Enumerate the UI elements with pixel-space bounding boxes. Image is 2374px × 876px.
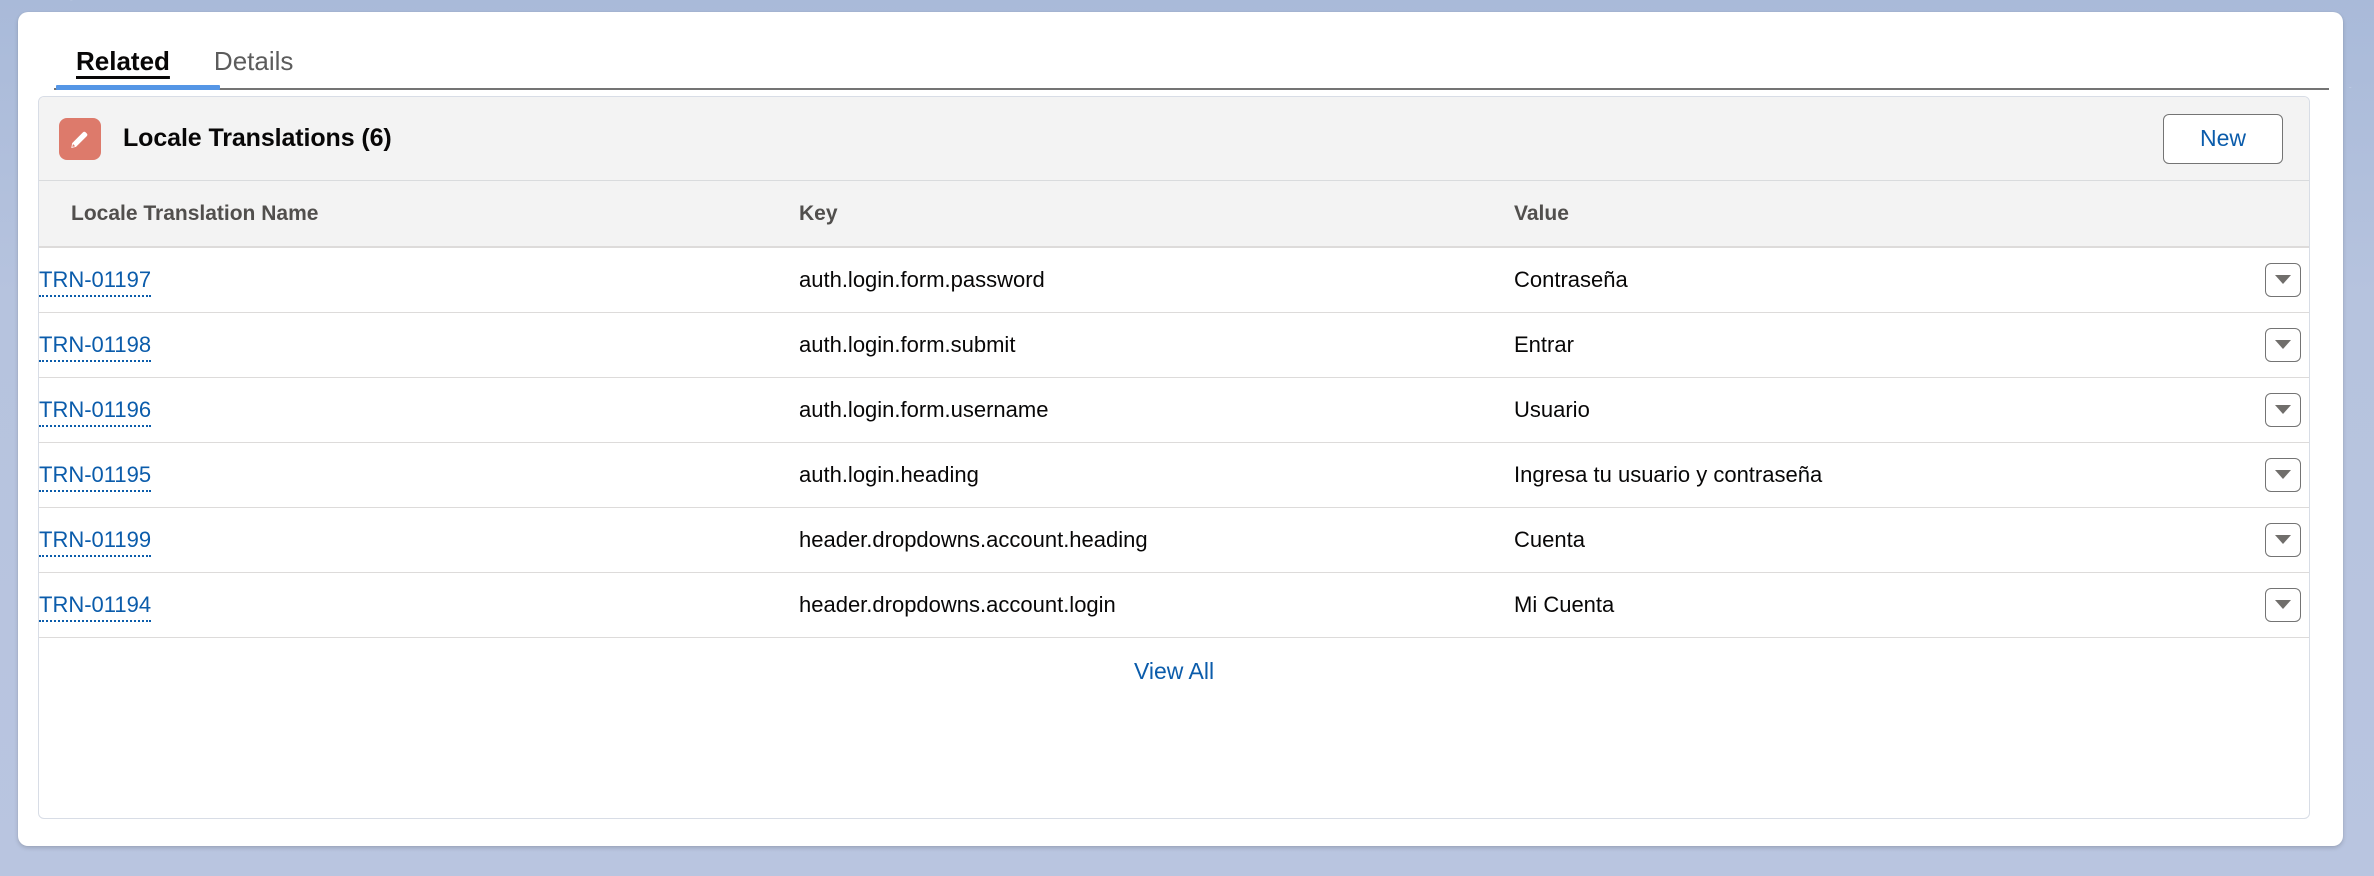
- cell-actions: [2214, 312, 2309, 378]
- record-detail-card: Related Details Locale Translations (6) …: [18, 12, 2343, 846]
- row-actions-menu-button[interactable]: [2265, 392, 2301, 427]
- cell-key: header.dropdowns.account.login: [799, 572, 1514, 638]
- related-list-footer: View All: [39, 637, 2309, 706]
- cell-value: Cuenta: [1514, 507, 2214, 573]
- row-actions-menu-button[interactable]: [2265, 522, 2301, 557]
- cell-actions: [2214, 507, 2309, 573]
- cell-locale-translation-name: TRN-01194: [39, 572, 799, 638]
- cell-key: header.dropdowns.account.heading: [799, 507, 1514, 573]
- cell-value: Contraseña: [1514, 247, 2214, 313]
- table-row: TRN-01194 header.dropdowns.account.login…: [39, 572, 2309, 638]
- related-list-card: Locale Translations (6) New Locale Trans…: [38, 96, 2310, 819]
- row-actions-menu-button[interactable]: [2265, 587, 2301, 622]
- table-row: TRN-01199 header.dropdowns.account.headi…: [39, 507, 2309, 573]
- view-all-link[interactable]: View All: [1134, 658, 1214, 685]
- record-link[interactable]: TRN-01198: [39, 331, 152, 362]
- cell-locale-translation-name: TRN-01195: [39, 442, 799, 508]
- table-header-row: Locale Translation Name Key Value: [39, 181, 2309, 248]
- column-header-value[interactable]: Value: [1514, 181, 2214, 248]
- new-button[interactable]: New: [2163, 113, 2283, 164]
- cell-locale-translation-name: TRN-01198: [39, 312, 799, 378]
- column-header-actions: [2214, 181, 2309, 248]
- tab-details-label: Details: [213, 46, 294, 76]
- record-link[interactable]: TRN-01199: [39, 526, 152, 557]
- cell-actions: [2214, 442, 2309, 508]
- row-actions-menu-button[interactable]: [2265, 327, 2301, 362]
- cell-key: auth.login.form.submit: [799, 312, 1514, 378]
- row-actions-menu-button[interactable]: [2265, 262, 2301, 297]
- record-link[interactable]: TRN-01196: [39, 396, 152, 427]
- cell-value: Usuario: [1514, 377, 2214, 443]
- related-list-table: Locale Translation Name Key Value TRN-01…: [39, 181, 2309, 638]
- row-actions-menu-button[interactable]: [2265, 457, 2301, 492]
- cell-actions: [2214, 247, 2309, 313]
- cell-key: auth.login.form.password: [799, 247, 1514, 313]
- chevron-down-icon: [2275, 535, 2291, 544]
- table-header: Locale Translation Name Key Value: [39, 181, 2309, 248]
- tab-related[interactable]: Related: [54, 48, 192, 90]
- record-tab-bar: Related Details: [18, 12, 2343, 90]
- chevron-down-icon: [2275, 470, 2291, 479]
- chevron-down-icon: [2275, 600, 2291, 609]
- cell-locale-translation-name: TRN-01199: [39, 507, 799, 573]
- cell-key: auth.login.heading: [799, 442, 1514, 508]
- table-row: TRN-01196 auth.login.form.username Usuar…: [39, 377, 2309, 443]
- table-row: TRN-01197 auth.login.form.password Contr…: [39, 247, 2309, 313]
- tab-active-indicator: [56, 85, 220, 90]
- cell-actions: [2214, 377, 2309, 443]
- chevron-down-icon: [2275, 275, 2291, 285]
- chevron-down-icon: [2275, 340, 2291, 349]
- table-row: TRN-01198 auth.login.form.submit Entrar: [39, 312, 2309, 378]
- column-header-key[interactable]: Key: [799, 181, 1514, 248]
- table-body: TRN-01197 auth.login.form.password Contr…: [39, 247, 2309, 638]
- chevron-down-icon: [2275, 405, 2291, 414]
- tab-related-label: Related: [76, 46, 170, 76]
- record-link[interactable]: TRN-01197: [39, 266, 152, 297]
- pencil-icon: [59, 117, 101, 160]
- cell-actions: [2214, 572, 2309, 638]
- cell-locale-translation-name: TRN-01196: [39, 377, 799, 443]
- related-list-header: Locale Translations (6) New: [39, 97, 2309, 181]
- cell-locale-translation-name: TRN-01197: [39, 247, 799, 313]
- record-link[interactable]: TRN-01195: [39, 461, 152, 492]
- cell-value: Entrar: [1514, 312, 2214, 378]
- record-link[interactable]: TRN-01194: [39, 591, 152, 622]
- cell-value: Mi Cuenta: [1514, 572, 2214, 638]
- tab-bar-divider: [54, 88, 2329, 90]
- column-header-locale-translation-name[interactable]: Locale Translation Name: [39, 181, 799, 248]
- tab-details[interactable]: Details: [192, 48, 315, 90]
- cell-key: auth.login.form.username: [799, 377, 1514, 443]
- related-list-title: Locale Translations (6): [123, 124, 392, 152]
- cell-value: Ingresa tu usuario y contraseña: [1514, 442, 2214, 508]
- table-row: TRN-01195 auth.login.heading Ingresa tu …: [39, 442, 2309, 508]
